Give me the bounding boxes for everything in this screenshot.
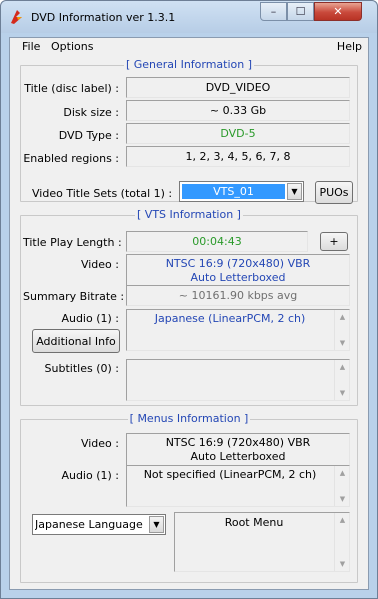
dvd-type-value: DVD-5 — [126, 123, 350, 144]
additional-info-button[interactable]: Additional Info — [32, 329, 120, 353]
vts-sets-label: Video Title Sets (total 1) : — [32, 187, 173, 200]
menus-audio-list[interactable]: Not specified (LinearPCM, 2 ch) ▲ ▼ — [126, 465, 350, 507]
menu-help[interactable]: Help — [337, 40, 362, 53]
language-unit-value: Japanese Language Unit — [35, 518, 147, 531]
puos-button[interactable]: PUOs — [315, 181, 353, 204]
maximize-icon: ☐ — [295, 5, 306, 18]
app-logo-icon — [11, 10, 22, 24]
scroll-down-icon[interactable]: ▼ — [335, 492, 350, 506]
chevron-down-icon[interactable]: ▼ — [149, 516, 164, 533]
disk-size-value: ~ 0.33 Gb — [126, 100, 350, 121]
vts-audio-list[interactable]: Japanese (LinearPCM, 2 ch) ▲ ▼ — [126, 309, 350, 351]
menus-video-label: Video : — [80, 437, 119, 450]
disk-size-label: Disk size : — [63, 106, 119, 119]
general-info-title: [ General Information ] — [123, 58, 255, 71]
subtitles-scrollbar[interactable]: ▲ ▼ — [334, 360, 349, 400]
vts-select[interactable]: VTS_01 ▼ — [179, 181, 304, 202]
vts-selected-value: VTS_01 — [182, 184, 285, 199]
vts-audio-value: Japanese (LinearPCM, 2 ch) — [154, 312, 306, 325]
scroll-down-icon[interactable]: ▼ — [335, 336, 350, 350]
menus-info-title: [ Menus Information ] — [127, 412, 251, 425]
root-menu-item[interactable]: Root Menu — [175, 516, 333, 529]
vts-audio-scrollbar[interactable]: ▲ ▼ — [334, 310, 349, 350]
disc-label-label: Title (disc label) : — [24, 82, 119, 95]
client-area: File Options Help [ General Information … — [9, 37, 369, 590]
app-window: DVD Information ver 1.3.1 – ☐ ✕ File Opt… — [0, 0, 378, 599]
chevron-down-icon[interactable]: ▼ — [287, 183, 302, 200]
menus-audio-label: Audio (1) : — [61, 469, 119, 482]
vts-video-label: Video : — [80, 258, 119, 271]
subtitles-label: Subtitles (0) : — [44, 362, 119, 375]
vts-video-line1: NTSC 16:9 (720x480) VBR — [165, 257, 311, 270]
close-button[interactable]: ✕ — [314, 2, 362, 21]
bitrate-value: ~ 10161.90 kbps avg — [126, 285, 350, 306]
scroll-up-icon[interactable]: ▲ — [335, 466, 350, 480]
title-bar[interactable]: DVD Information ver 1.3.1 – ☐ ✕ — [1, 1, 377, 33]
scroll-down-icon[interactable]: ▼ — [335, 557, 350, 571]
menu-list-scrollbar[interactable]: ▲ ▼ — [334, 513, 349, 571]
menus-video-line1: NTSC 16:9 (720x480) VBR — [165, 436, 311, 449]
menu-bar: File Options Help — [10, 38, 368, 56]
subtitles-list[interactable]: ▲ ▼ — [126, 359, 350, 401]
menus-audio-value: Not specified (LinearPCM, 2 ch) — [143, 468, 317, 481]
play-length-value: 00:04:43 — [126, 231, 308, 252]
bitrate-label: Summary Bitrate : — [23, 290, 125, 303]
play-length-label: Title Play Length : — [23, 236, 122, 249]
scroll-up-icon[interactable]: ▲ — [335, 360, 350, 374]
scroll-up-icon[interactable]: ▲ — [335, 310, 350, 324]
menus-video-value: NTSC 16:9 (720x480) VBR Auto Letterboxed — [126, 433, 350, 467]
close-icon: ✕ — [333, 5, 343, 18]
disc-label-value: DVD_VIDEO — [126, 77, 350, 98]
vts-info-title: [ VTS Information ] — [135, 208, 243, 221]
vts-video-line2: Auto Letterboxed — [190, 271, 286, 284]
minimize-icon: – — [270, 5, 277, 18]
menus-video-line2: Auto Letterboxed — [190, 450, 286, 463]
maximize-button[interactable]: ☐ — [287, 2, 314, 21]
scroll-down-icon[interactable]: ▼ — [335, 386, 350, 400]
vts-video-value: NTSC 16:9 (720x480) VBR Auto Letterboxed — [126, 254, 350, 288]
regions-value: 1, 2, 3, 4, 5, 6, 7, 8 — [126, 146, 350, 167]
window-title: DVD Information ver 1.3.1 — [31, 11, 176, 24]
regions-label: Enabled regions : — [23, 152, 119, 165]
menu-file[interactable]: File — [22, 40, 40, 53]
minimize-button[interactable]: – — [260, 2, 287, 21]
dvd-type-label: DVD Type : — [58, 129, 119, 142]
language-unit-select[interactable]: Japanese Language Unit ▼ — [32, 514, 166, 535]
scroll-up-icon[interactable]: ▲ — [335, 513, 350, 527]
menus-audio-scrollbar[interactable]: ▲ ▼ — [334, 466, 349, 506]
menu-options[interactable]: Options — [51, 40, 93, 53]
vts-audio-label: Audio (1) : — [61, 312, 119, 325]
expand-plus-button[interactable]: + — [320, 232, 348, 251]
menu-list[interactable]: Root Menu ▲ ▼ — [174, 512, 350, 572]
